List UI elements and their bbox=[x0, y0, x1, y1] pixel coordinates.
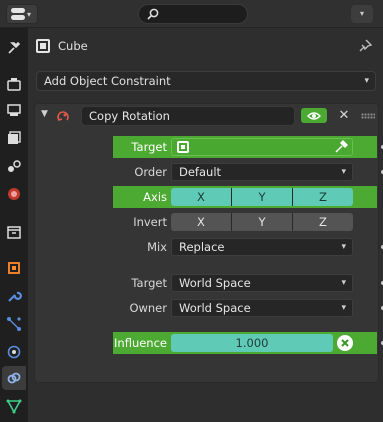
scene-tab[interactable] bbox=[2, 154, 26, 178]
properties-tab-bar bbox=[0, 28, 28, 422]
collection-tab[interactable] bbox=[2, 220, 26, 244]
search-input[interactable] bbox=[138, 4, 248, 24]
options-dropdown-button[interactable]: ▾ bbox=[351, 5, 373, 23]
mix-row: Mix Replace ▾ bbox=[113, 236, 383, 258]
drag-handle-icon[interactable] bbox=[361, 113, 375, 119]
object-icon bbox=[177, 141, 189, 153]
pin-icon[interactable] bbox=[357, 38, 373, 54]
properties-header: ▾ ▾ bbox=[0, 0, 383, 28]
eyedropper-icon[interactable] bbox=[334, 140, 348, 154]
disable-keep-transform-button[interactable] bbox=[337, 335, 353, 351]
scene-tab-icon bbox=[8, 160, 21, 172]
target-space-row: Target World Space ▾ bbox=[113, 272, 383, 294]
axis-row: Axis X Y Z bbox=[113, 186, 377, 208]
order-label: Order bbox=[134, 165, 167, 179]
editor-type-button[interactable]: ▾ bbox=[6, 4, 38, 24]
mix-dropdown[interactable]: Replace ▾ bbox=[171, 238, 353, 256]
properties-editor-icon bbox=[11, 8, 25, 20]
context-breadcrumb: Cube bbox=[36, 36, 88, 56]
object-constraint-tab-icon bbox=[7, 372, 21, 384]
copy-rotation-constraint-panel: ▼ Copy Rotation ✕ Target Order Default ▾… bbox=[34, 103, 383, 383]
view-layer-tab-icon bbox=[8, 131, 21, 144]
collection-tab-icon bbox=[7, 226, 21, 239]
copy-rotation-icon bbox=[57, 111, 69, 122]
axis-y-toggle[interactable]: Y bbox=[232, 188, 293, 206]
output-tab-icon bbox=[7, 104, 21, 116]
axis-toggles: X Y Z bbox=[171, 188, 353, 206]
mix-value: Replace bbox=[179, 240, 225, 254]
invert-row: Invert X Y Z bbox=[113, 211, 377, 233]
order-dropdown[interactable]: Default ▾ bbox=[171, 163, 353, 181]
object-tab[interactable] bbox=[2, 256, 26, 280]
render-tab[interactable] bbox=[2, 72, 26, 96]
object-name: Cube bbox=[58, 39, 88, 53]
add-object-constraint-dropdown[interactable]: Add Object Constraint ▾ bbox=[36, 71, 376, 91]
physics-tab-icon bbox=[7, 345, 21, 359]
collapse-arrow-icon[interactable]: ▼ bbox=[41, 109, 48, 119]
target-space-value: World Space bbox=[179, 276, 251, 290]
invert-z-toggle[interactable]: Z bbox=[293, 213, 353, 231]
tool-tab[interactable] bbox=[2, 36, 26, 60]
eye-icon bbox=[307, 111, 321, 120]
invert-y-toggle[interactable]: Y bbox=[232, 213, 293, 231]
owner-space-value: World Space bbox=[179, 301, 251, 315]
enable-toggle[interactable] bbox=[301, 108, 327, 123]
chevron-down-icon: ▾ bbox=[341, 242, 346, 252]
target-space-label: Target bbox=[131, 276, 167, 290]
object-constraint-tab[interactable] bbox=[2, 366, 26, 390]
chevron-down-icon: ▾ bbox=[341, 167, 346, 177]
search-icon bbox=[147, 8, 159, 20]
close-icon bbox=[341, 339, 349, 347]
order-value: Default bbox=[179, 165, 222, 179]
particles-tab-icon bbox=[7, 317, 21, 331]
object-tab-icon bbox=[8, 262, 20, 274]
chevron-down-icon: ▾ bbox=[364, 76, 369, 86]
add-object-constraint-label: Add Object Constraint bbox=[44, 74, 171, 88]
modifier-tab-icon bbox=[8, 291, 22, 302]
tool-tab-icon bbox=[8, 41, 21, 54]
invert-label: Invert bbox=[133, 215, 167, 229]
render-tab-icon bbox=[7, 78, 21, 91]
object-data-tab-icon bbox=[6, 399, 22, 414]
chevron-down-icon: ▾ bbox=[341, 278, 346, 288]
target-space-dropdown[interactable]: World Space ▾ bbox=[171, 274, 353, 292]
remove-constraint-button[interactable]: ✕ bbox=[335, 106, 353, 126]
constraint-name-field[interactable]: Copy Rotation bbox=[81, 106, 295, 126]
world-tab[interactable] bbox=[2, 182, 26, 206]
chevron-down-icon: ▾ bbox=[341, 303, 346, 313]
view-layer-tab[interactable] bbox=[2, 126, 26, 150]
axis-label: Axis bbox=[143, 190, 167, 204]
world-tab-icon bbox=[8, 188, 20, 200]
axis-z-toggle[interactable]: Z bbox=[293, 188, 353, 206]
owner-space-row: Owner World Space ▾ bbox=[113, 297, 383, 319]
target-field[interactable] bbox=[171, 138, 353, 156]
influence-row: Influence 1.000 bbox=[113, 332, 383, 354]
axis-x-toggle[interactable]: X bbox=[171, 188, 232, 206]
output-tab[interactable] bbox=[2, 98, 26, 122]
influence-slider[interactable]: 1.000 bbox=[171, 334, 333, 352]
properties-main-area: Cube Add Object Constraint ▾ ▼ Copy Rota… bbox=[28, 28, 383, 422]
invert-x-toggle[interactable]: X bbox=[171, 213, 232, 231]
invert-toggles: X Y Z bbox=[171, 213, 353, 231]
constraint-header: ▼ Copy Rotation ✕ bbox=[35, 104, 378, 128]
owner-space-label: Owner bbox=[129, 301, 167, 315]
owner-space-dropdown[interactable]: World Space ▾ bbox=[171, 299, 353, 317]
physics-tab[interactable] bbox=[2, 340, 26, 364]
influence-label: Influence bbox=[114, 336, 167, 350]
mix-label: Mix bbox=[147, 240, 167, 254]
object-icon bbox=[36, 39, 50, 53]
order-row: Order Default ▾ bbox=[113, 161, 383, 183]
target-label: Target bbox=[131, 140, 167, 154]
particles-tab[interactable] bbox=[2, 312, 26, 336]
modifier-tab[interactable] bbox=[2, 284, 26, 308]
target-row: Target bbox=[113, 136, 383, 158]
object-data-tab[interactable] bbox=[2, 394, 26, 418]
chevron-down-icon: ▾ bbox=[27, 9, 32, 19]
